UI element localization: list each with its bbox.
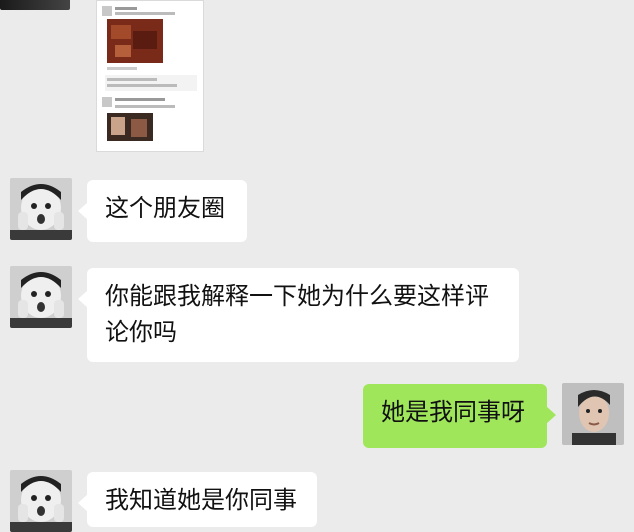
avatar-girl[interactable] <box>10 178 72 240</box>
avatar-girl[interactable] <box>10 470 72 532</box>
avatar-girl[interactable] <box>10 266 72 328</box>
message-bubble-1[interactable]: 这个朋友圈 <box>78 180 247 242</box>
message-text-2: 你能跟我解释一下她为什么要这样评论你吗 <box>105 282 489 346</box>
message-text-1: 这个朋友圈 <box>105 194 225 222</box>
girl-avatar-icon <box>10 266 72 328</box>
message-bubble-4[interactable]: 我知道她是你同事 <box>78 472 317 527</box>
shared-moments-screenshot[interactable] <box>96 0 204 152</box>
moments-screenshot-image <box>97 1 203 151</box>
avatar-man[interactable] <box>562 383 624 445</box>
message-bubble-3[interactable]: 她是我同事呀 <box>363 384 556 448</box>
message-text-3: 她是我同事呀 <box>381 398 525 426</box>
message-text-4: 我知道她是你同事 <box>105 486 297 514</box>
message-bubble-2[interactable]: 你能跟我解释一下她为什么要这样评论你吗 <box>78 268 519 362</box>
girl-avatar-icon <box>10 178 72 240</box>
avatar-partial[interactable] <box>0 0 70 10</box>
man-avatar-icon <box>562 383 624 445</box>
girl-avatar-icon <box>10 470 72 532</box>
